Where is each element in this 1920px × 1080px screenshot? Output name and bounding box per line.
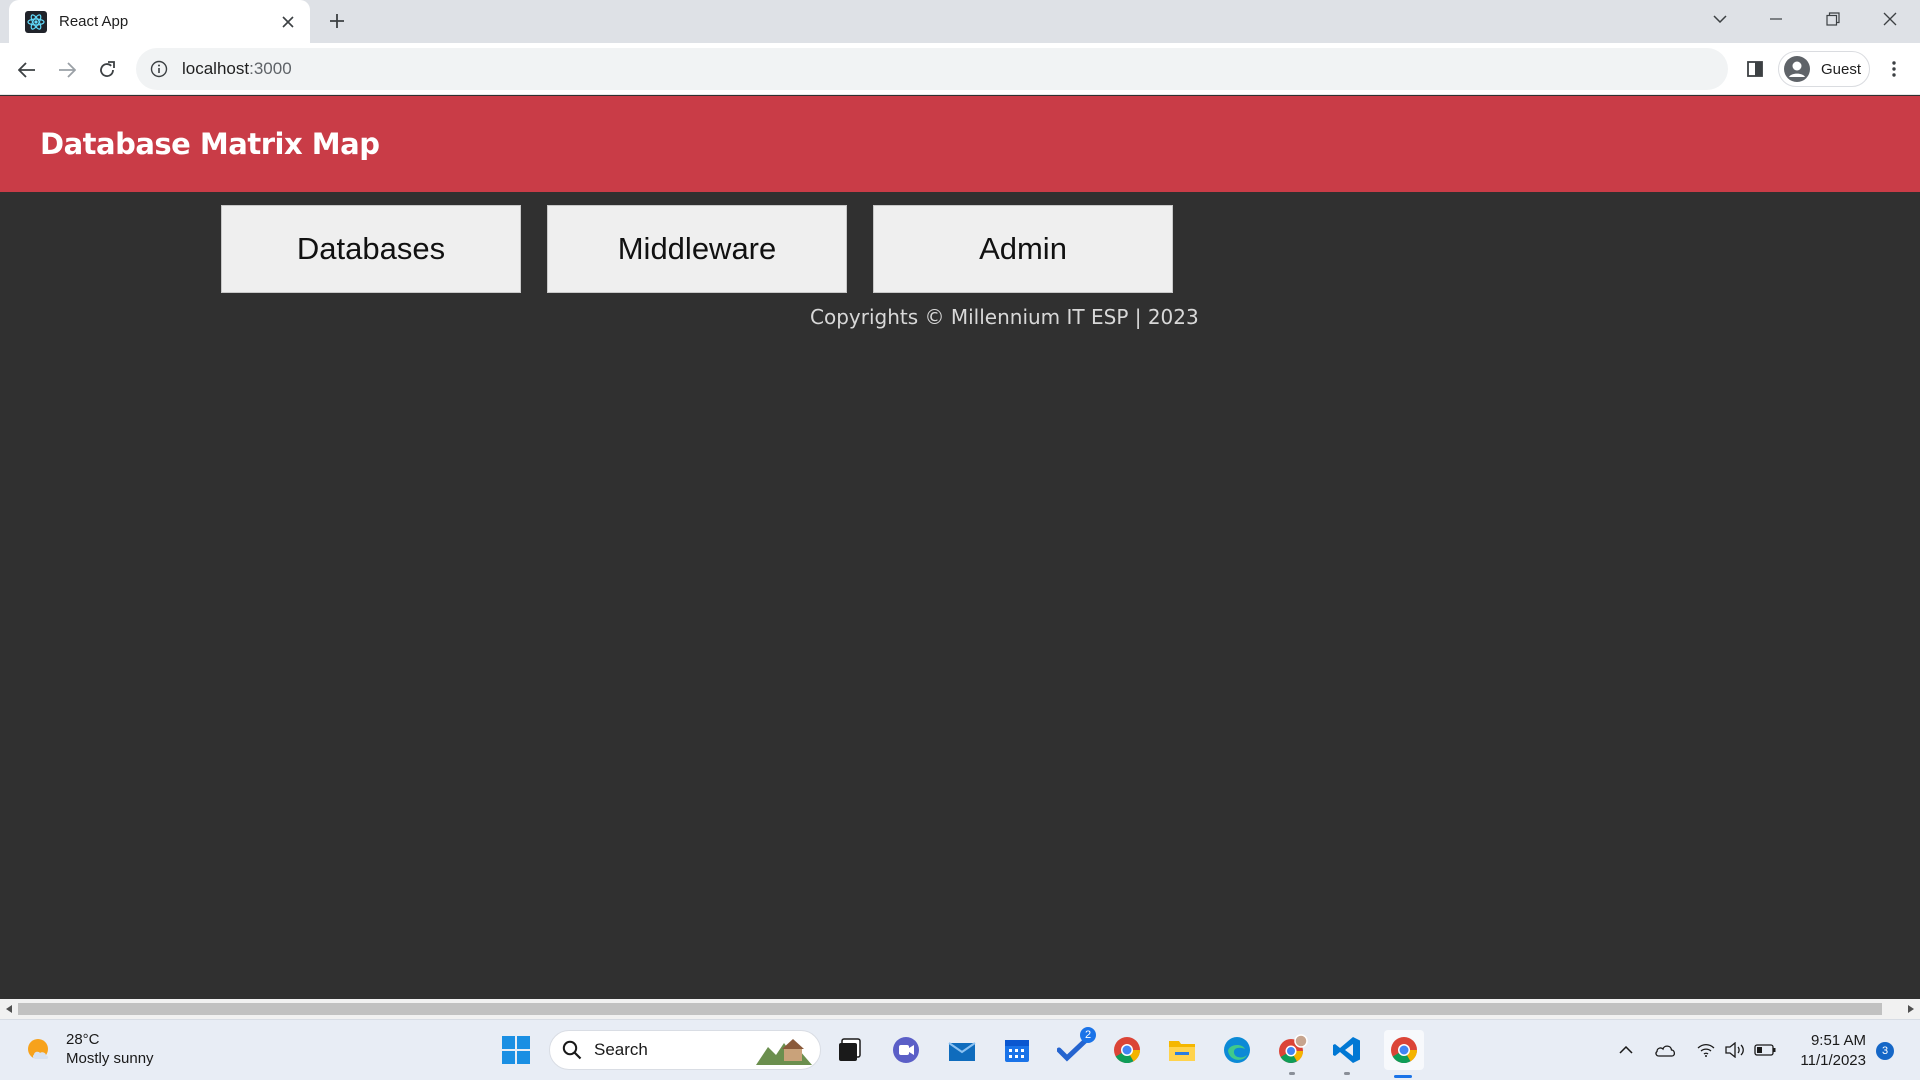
weather-desc: Mostly sunny [66,1050,154,1067]
mail-icon[interactable] [944,1032,980,1068]
running-indicator [1289,1072,1295,1075]
minimize-icon[interactable] [1748,0,1804,38]
wifi-icon[interactable] [1694,1038,1718,1062]
calendar-icon[interactable] [999,1032,1035,1068]
task-view-icon[interactable] [832,1032,868,1068]
chrome-profile-icon[interactable] [1274,1032,1310,1075]
browser-toolbar: localhost:3000 Guest [0,43,1920,95]
tab-close-icon[interactable] [274,8,302,36]
todo-icon[interactable]: 2 [1054,1027,1096,1068]
weather-widget[interactable]: 28°C Mostly sunny [24,1030,154,1068]
windows-start-icon[interactable] [498,1032,534,1068]
databases-button[interactable]: Databases [221,205,521,293]
browser-tab[interactable]: React App [9,0,310,43]
profile-label: Guest [1821,60,1862,78]
copyright-text: Copyrights © Millennium IT ESP | 2023 [810,305,1199,329]
close-window-icon[interactable] [1862,0,1918,38]
battery-icon[interactable] [1753,1038,1777,1062]
search-label: Search [594,1040,648,1059]
edge-icon[interactable] [1219,1032,1255,1068]
vscode-icon[interactable] [1329,1032,1365,1075]
kebab-menu-icon[interactable] [1880,55,1908,83]
address-bar[interactable]: localhost:3000 [136,48,1728,90]
avatar-icon [1784,56,1810,82]
taskbar: 28°C Mostly sunny Search 2 9:51 AM 11/1/… [0,1019,1920,1080]
url-text: localhost:3000 [182,59,292,79]
weather-temp: 28°C [66,1031,100,1048]
profile-button[interactable]: Guest [1778,51,1870,87]
url-host: localhost [182,59,250,78]
react-logo-icon [25,10,47,33]
file-explorer-icon[interactable] [1164,1032,1200,1068]
middleware-button[interactable]: Middleware [547,205,847,293]
notification-badge[interactable]: 3 [1876,1042,1894,1060]
restore-icon[interactable] [1805,0,1861,38]
url-port: :3000 [249,59,292,78]
horizontal-scrollbar[interactable] [0,999,1920,1019]
forward-icon[interactable] [52,55,82,85]
site-info-icon[interactable] [150,60,168,78]
scrollbar-thumb[interactable] [18,1003,1882,1015]
tab-search-chevron-icon[interactable] [1692,0,1748,38]
active-indicator [1394,1075,1412,1078]
clock-time: 9:51 AM [1810,1032,1866,1049]
search-highlight-icon [756,1039,812,1065]
todo-badge: 2 [1080,1027,1096,1043]
teams-meet-icon[interactable] [888,1032,924,1068]
scroll-right-icon[interactable] [1902,999,1920,1019]
reload-icon[interactable] [92,55,122,85]
chrome-icon[interactable] [1109,1032,1145,1068]
back-icon[interactable] [12,55,42,85]
tab-title: React App [59,13,129,30]
scroll-left-icon[interactable] [0,999,18,1019]
side-panel-icon[interactable] [1742,56,1768,82]
chrome-active-icon[interactable] [1384,1030,1424,1078]
app-header: Database Matrix Map [0,96,1920,192]
taskbar-search[interactable]: Search [549,1030,821,1070]
search-icon [562,1040,582,1060]
clock-date: 11/1/2023 [1800,1052,1866,1069]
running-indicator [1344,1072,1350,1075]
browser-tab-strip: React App [0,0,1920,43]
new-tab-icon[interactable] [323,7,351,35]
clock[interactable]: 9:51 AM 11/1/2023 [1790,1031,1866,1071]
onedrive-cloud-icon[interactable] [1653,1038,1677,1062]
page-title: Database Matrix Map [40,127,380,161]
volume-icon[interactable] [1723,1038,1747,1062]
main-nav: Databases Middleware Admin [221,205,1173,293]
show-hidden-icons-chevron-icon[interactable] [1614,1038,1638,1062]
sun-cloud-icon [28,1039,49,1059]
admin-button[interactable]: Admin [873,205,1173,293]
